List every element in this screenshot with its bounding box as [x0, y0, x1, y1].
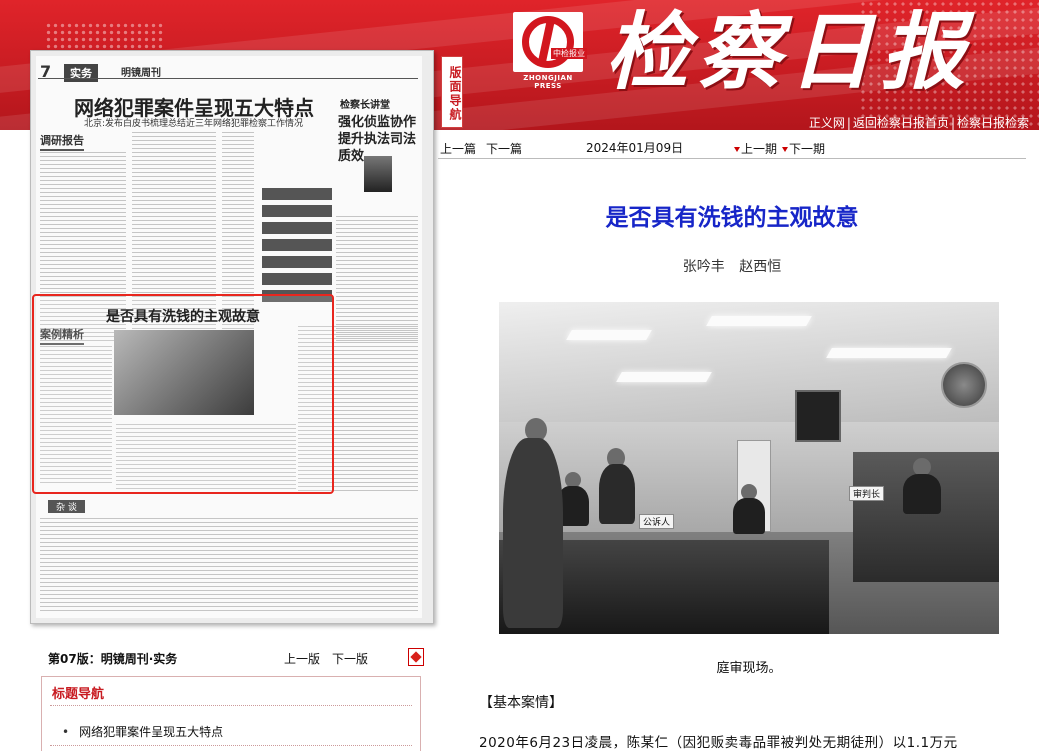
nameplate-right: 审判长: [849, 486, 885, 501]
link-zhengyi[interactable]: 正义网: [809, 116, 845, 130]
prev-issue-link[interactable]: 上一期: [734, 140, 777, 157]
ceiling-light: [616, 372, 712, 382]
preview-foot-tag: 杂 谈: [48, 500, 85, 513]
link-home[interactable]: 返回检察日报首页: [853, 116, 949, 130]
preview-header: 7 实务 明镜周刊: [36, 58, 422, 82]
courtroom-photo: 审判长 公诉人: [499, 302, 999, 634]
national-emblem-icon: [941, 362, 987, 408]
judge-figure: [903, 474, 941, 514]
preview-photo: [114, 330, 254, 415]
article-title: 是否具有洗钱的主观故意: [605, 205, 859, 231]
topics-divider: [50, 745, 412, 746]
logo-press-text: ZHONGJIAN PRESS: [523, 74, 573, 90]
preview-subhead: 北京:发布白皮书梳理总结近三年网络犯罪检察工作情况: [84, 119, 304, 129]
masthead-title: 检察日报: [605, 2, 974, 101]
preview-column-tag: 检察长讲堂: [340, 100, 390, 111]
wall-screen: [795, 390, 841, 442]
preview-section: 实务: [64, 64, 98, 82]
prev-page-link[interactable]: 上一版: [284, 650, 320, 667]
ceiling-light: [826, 348, 952, 358]
prev-article-link[interactable]: 上一篇: [440, 140, 476, 157]
ceiling-light: [706, 316, 812, 326]
section-heading: 【基本案情】: [479, 695, 563, 711]
topic-item[interactable]: 网络犯罪案件呈现五大特点: [62, 723, 223, 740]
article-body: 2020年6月23日凌晨，陈某仁（因犯贩卖毒品罪被判处无期徒刑）以1.1万元: [479, 735, 958, 751]
banner-pixel-pattern: [45, 22, 165, 50]
prosecutor-figure: [599, 464, 635, 524]
logo-cn-text: 中检报业: [551, 48, 587, 59]
preview-highlight-title[interactable]: 是否具有洗钱的主观故意: [106, 306, 260, 326]
page-navigation-tab[interactable]: 版面导航: [441, 56, 463, 128]
top-links: 正义网 | 返回检察日报首页 | 检察日报检索: [808, 116, 1029, 130]
page-title: 第07版：明镜周刊·实务: [48, 652, 178, 666]
next-page-link[interactable]: 下一版: [332, 650, 368, 667]
next-article-link[interactable]: 下一篇: [486, 140, 522, 157]
article-authors: 张吟丰 赵西恒: [682, 259, 782, 275]
issue-date: 2024年01月09日: [586, 141, 684, 155]
topics-panel: 标题导航 网络犯罪案件呈现五大特点: [41, 676, 421, 751]
clerk-figure: [733, 498, 765, 534]
page-nav-row: 第07版：明镜周刊·实务 上一版 下一版: [48, 648, 428, 668]
preview-tag-research: 调研报告: [40, 132, 84, 151]
preview-text-block: [40, 518, 418, 614]
photo-caption: 庭审现场。: [716, 661, 782, 676]
pdf-icon[interactable]: [408, 648, 424, 666]
portrait-image: [364, 156, 392, 192]
article-nav-bar: 上一篇 下一篇 2024年01月09日 上一期 下一期: [438, 138, 1026, 159]
nameplate-left: 公诉人: [639, 514, 675, 529]
press-logo-icon[interactable]: [513, 12, 583, 72]
caret-down-icon: [782, 147, 788, 152]
preview-weekly: 明镜周刊: [121, 68, 161, 79]
preview-rule: [38, 78, 418, 79]
next-issue-link[interactable]: 下一期: [782, 140, 825, 157]
topics-heading: 标题导航: [52, 687, 105, 702]
preview-text-block: [336, 216, 418, 344]
ceiling-light: [566, 330, 652, 340]
caret-down-icon: [734, 147, 740, 152]
defendant-figure: [503, 438, 563, 628]
topics-divider: [50, 705, 412, 706]
link-search[interactable]: 检察日报检索: [957, 116, 1029, 130]
